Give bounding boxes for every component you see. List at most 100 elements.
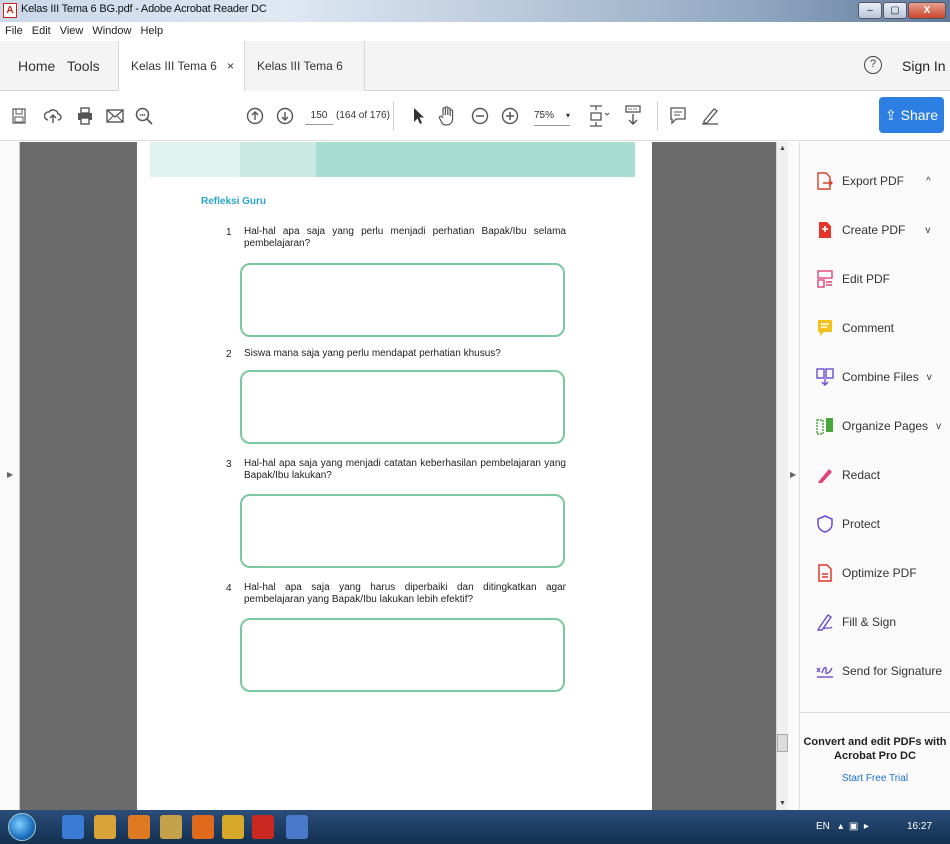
pane-item-label: Combine Files bbox=[842, 370, 919, 384]
page-number-input[interactable]: 150 bbox=[305, 107, 333, 125]
shield-icon bbox=[816, 515, 834, 533]
left-panel-toggle[interactable]: ▶ bbox=[0, 142, 20, 810]
tab-bar: Home Tools Kelas III Tema 6 BG... × Kela… bbox=[0, 41, 950, 123]
chevron-up-icon: ^ bbox=[926, 175, 931, 187]
pane-item-optimize-pdf[interactable]: Optimize PDF bbox=[816, 559, 917, 587]
chevron-down-icon: v bbox=[936, 420, 942, 432]
menu-help[interactable]: Help bbox=[140, 22, 163, 41]
combine-files-icon bbox=[816, 368, 834, 386]
send-for-signature-icon bbox=[816, 662, 834, 680]
zoom-out-icon[interactable] bbox=[470, 104, 490, 128]
upload-cloud-icon[interactable] bbox=[43, 104, 63, 128]
menu-window[interactable]: Window bbox=[92, 22, 131, 41]
redact-icon bbox=[816, 466, 834, 484]
share-label: Share bbox=[900, 107, 938, 123]
header-band bbox=[240, 142, 316, 177]
toolbar: 150 (164 of 176) 75% ▾ bbox=[0, 91, 950, 141]
chrome-icon[interactable] bbox=[94, 815, 116, 839]
section-title: Refleksi Guru bbox=[201, 196, 267, 207]
hand-tool-icon[interactable] bbox=[437, 104, 457, 128]
previous-page-icon[interactable] bbox=[245, 104, 265, 128]
close-button[interactable]: X bbox=[908, 2, 946, 19]
tab-document-active[interactable]: Kelas III Tema 6 BG... × bbox=[118, 41, 245, 123]
pane-item-edit-pdf[interactable]: Edit PDF bbox=[816, 265, 890, 293]
answer-box[interactable] bbox=[240, 618, 565, 692]
clock[interactable]: 16:27 bbox=[907, 810, 932, 844]
pane-item-fill-sign[interactable]: Fill & Sign bbox=[816, 608, 896, 636]
toolbar-divider bbox=[657, 101, 658, 131]
zoom-select[interactable]: 75% ▾ bbox=[534, 107, 571, 126]
acrobat-taskbar-icon[interactable] bbox=[252, 815, 274, 839]
pane-item-label: Protect bbox=[842, 517, 881, 531]
maximize-button[interactable]: ▢ bbox=[883, 2, 907, 19]
chevron-down-icon: v bbox=[925, 224, 931, 236]
tab-document-2[interactable]: Kelas III Tema 6 BS.... bbox=[245, 41, 365, 123]
ie-icon[interactable] bbox=[62, 815, 84, 839]
pane-item-organize-pages[interactable]: Organize Pages v bbox=[816, 412, 941, 440]
pane-item-label: Edit PDF bbox=[842, 272, 891, 286]
pane-item-label: Export PDF bbox=[842, 174, 905, 188]
tab-home[interactable]: Home bbox=[18, 41, 55, 91]
menu-edit[interactable]: Edit bbox=[32, 22, 51, 41]
start-free-trial-link[interactable]: Start Free Trial bbox=[800, 773, 950, 784]
collapse-right-icon: ▶ bbox=[790, 470, 797, 479]
explorer-icon[interactable] bbox=[160, 815, 182, 839]
scroll-mode-icon[interactable] bbox=[622, 104, 644, 128]
pane-item-protect[interactable]: Protect bbox=[816, 510, 880, 538]
pane-item-redact[interactable]: Redact bbox=[816, 461, 880, 489]
tab-close-icon[interactable]: × bbox=[227, 41, 234, 91]
pane-item-comment[interactable]: Comment bbox=[816, 314, 894, 342]
question-number: 4 bbox=[226, 583, 232, 594]
print-icon[interactable] bbox=[75, 104, 95, 128]
comment-tool-icon[interactable] bbox=[668, 104, 688, 128]
scroll-thumb[interactable] bbox=[777, 734, 788, 752]
highlight-pen-icon[interactable] bbox=[700, 104, 720, 128]
vertical-scrollbar[interactable]: ▲ ▼ bbox=[776, 142, 788, 810]
pane-item-create-pdf[interactable]: Create PDF v bbox=[816, 216, 930, 244]
share-button[interactable]: ⇪ Share bbox=[879, 97, 944, 133]
minimize-button[interactable]: – bbox=[858, 2, 882, 19]
word-icon[interactable] bbox=[286, 815, 308, 839]
right-panel-toggle[interactable]: ▶ bbox=[788, 142, 800, 810]
organize-pages-icon bbox=[816, 417, 834, 435]
help-icon[interactable]: ? bbox=[864, 56, 882, 74]
pane-item-label: Optimize PDF bbox=[842, 566, 917, 580]
promo-panel: Convert and edit PDFs with Acrobat Pro D… bbox=[800, 712, 950, 810]
answer-box[interactable] bbox=[240, 263, 565, 337]
zoom-in-icon[interactable] bbox=[500, 104, 520, 128]
pane-item-label: Fill & Sign bbox=[842, 615, 897, 629]
answer-box[interactable] bbox=[240, 370, 565, 444]
create-pdf-icon bbox=[816, 221, 834, 239]
pane-item-export-pdf[interactable]: Export PDF ^ bbox=[816, 167, 931, 195]
menu-file[interactable]: File bbox=[5, 22, 23, 41]
next-page-icon[interactable] bbox=[275, 104, 295, 128]
pane-item-label: Create PDF bbox=[842, 223, 906, 237]
media-icon[interactable] bbox=[128, 815, 150, 839]
firefox-icon[interactable] bbox=[192, 815, 214, 839]
page-fit-icon[interactable] bbox=[587, 104, 613, 128]
menu-view[interactable]: View bbox=[60, 22, 84, 41]
tools-pane: Export PDF ^ Create PDF v Edit PDF Comme… bbox=[800, 142, 950, 810]
tray-icons[interactable]: ▴ ▣ ▸ bbox=[833, 821, 869, 832]
language-indicator[interactable]: EN ▴ ▣ ▸ bbox=[816, 810, 869, 844]
page-count: (164 of 176) bbox=[336, 110, 390, 121]
pane-item-send-for-signature[interactable]: Send for Signature bbox=[816, 657, 942, 685]
taskbar: EN ▴ ▣ ▸ 16:27 bbox=[0, 810, 950, 844]
question-text: Hal-hal apa saja yang perlu menjadi perh… bbox=[244, 226, 566, 249]
question-number: 3 bbox=[226, 459, 232, 470]
save-icon[interactable] bbox=[10, 104, 28, 128]
sign-in-link[interactable]: Sign In bbox=[902, 41, 946, 91]
select-cursor-icon[interactable] bbox=[410, 104, 426, 128]
email-icon[interactable] bbox=[105, 104, 125, 128]
scroll-down-icon[interactable]: ▼ bbox=[779, 800, 786, 807]
start-button[interactable] bbox=[8, 813, 36, 841]
comment-icon bbox=[816, 319, 834, 337]
scroll-up-icon[interactable]: ▲ bbox=[779, 145, 786, 152]
pane-item-combine-files[interactable]: Combine Files v bbox=[816, 363, 932, 391]
header-band bbox=[150, 142, 240, 177]
search-icon[interactable] bbox=[134, 104, 154, 128]
app-icon[interactable] bbox=[222, 815, 244, 839]
answer-box[interactable] bbox=[240, 494, 565, 568]
optimize-pdf-icon bbox=[816, 564, 834, 582]
tab-tools[interactable]: Tools bbox=[67, 41, 100, 91]
